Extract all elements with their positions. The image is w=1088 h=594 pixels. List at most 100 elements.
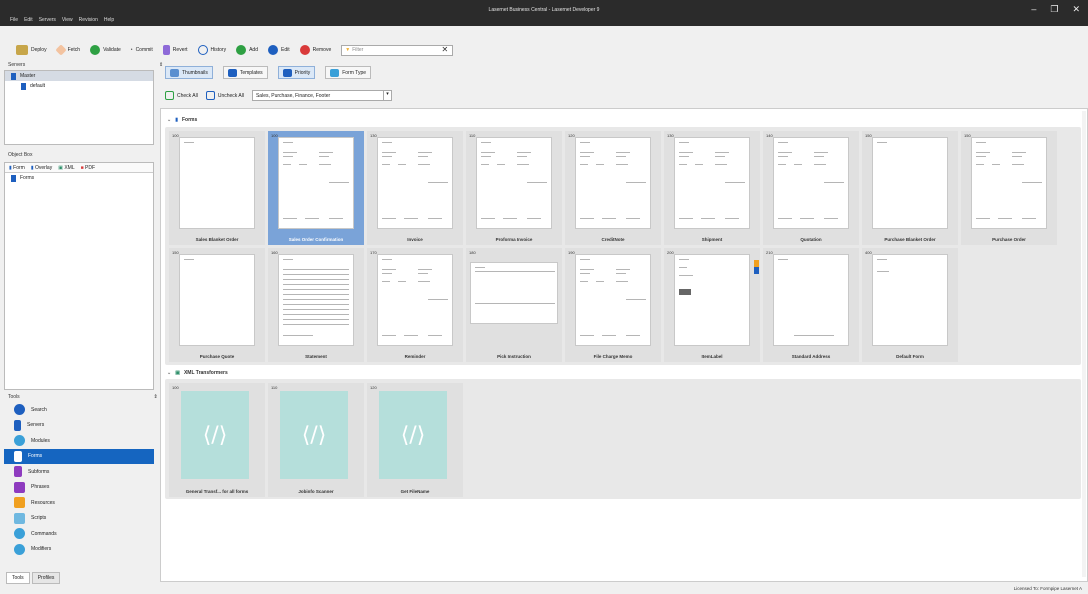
xml-name: Jobinfo Scanner [298,489,334,494]
menu-help[interactable]: Help [104,17,114,23]
thumbnail-line [517,164,529,165]
thumbnail-line [877,142,887,143]
thumbnail-line [283,274,349,275]
menu-servers[interactable]: Servers [39,17,56,23]
menu-edit[interactable]: Edit [24,17,33,23]
object-box-panel: ▮ Form ▮ Overlay ▣ XML ■ PDF Forms [4,162,154,390]
templates-button[interactable]: Templates [222,66,268,79]
modules-icon [14,435,25,447]
close-button[interactable]: ✕ [1072,4,1080,15]
deploy-button[interactable]: Deploy [16,45,47,55]
form-name: Standard Address [791,354,831,359]
xml-group-header[interactable]: ⌄ ▣ XML Transformers [167,370,228,376]
uncheck-all-button[interactable]: Uncheck All [205,91,244,100]
form-card-purchase-quote[interactable]: 150 Purchase Quote [169,248,265,362]
check-all-button[interactable]: Check All [165,91,198,100]
tool-commands[interactable]: Commands [4,526,154,542]
form-card-pick-instruction[interactable]: 180 Pick Instruction [466,248,562,362]
thumbnail-line [602,335,616,336]
xml-card-jobinfo-scanner[interactable]: 110 ⟨/⟩ Jobinfo Scanner [268,383,364,497]
tab-pdf[interactable]: ■ PDF [81,165,95,171]
filter-input[interactable]: ▼ Filter ✕ [341,44,454,56]
menu-file[interactable]: File [10,17,18,23]
tool-phrases[interactable]: Phrases [4,480,154,496]
form-type-button[interactable]: Form Type [325,66,372,79]
thumbnail-line [976,152,990,153]
thumbnail-line [992,164,1000,165]
menu-view[interactable]: View [62,17,73,23]
form-card-reminder[interactable]: 170 Reminder [367,248,463,362]
form-priority: 160 [271,250,278,255]
form-card-itemlabel[interactable]: 200 ItemLabel [664,248,760,362]
maximize-button[interactable]: ❐ [1050,4,1058,15]
edit-button[interactable]: Edit [268,45,290,55]
form-card-statement[interactable]: 160 Statement [268,248,364,362]
thumbnail-line [382,152,396,153]
thumbnail-line [580,281,588,282]
thumbnail-line [616,281,628,282]
tool-modules[interactable]: Modules [4,433,154,449]
tool-search[interactable]: Search [4,402,154,418]
pin-icon[interactable]: ⇕ [153,394,157,400]
tool-modifiers[interactable]: Modifiers [4,542,154,558]
remove-button[interactable]: Remove [299,45,331,55]
tool-servers[interactable]: Servers [4,418,154,434]
history-button[interactable]: History [197,45,226,55]
add-button[interactable]: Add [236,45,258,55]
tree-item-forms[interactable]: Forms [5,173,153,183]
thumbnail-line [616,156,626,157]
form-card-shipment[interactable]: 130 Shipment [664,131,760,245]
tool-resources[interactable]: Resources [4,495,154,511]
tab-profiles[interactable]: Profiles [31,572,61,584]
xml-name: Get FileName [400,489,430,494]
thumbnail-line [283,284,349,285]
tab-tools[interactable]: Tools [6,572,30,584]
forms-group-header[interactable]: ⌄ ▮ Forms [167,117,197,123]
form-card-sales-order-confirmation[interactable]: 100 Sales Order Confirmation [268,131,364,245]
validate-button[interactable]: Validate [90,45,121,55]
form-name: Shipment [701,237,723,242]
pin-icon[interactable]: ⇕ [159,62,163,68]
thumbnail-line [794,335,834,336]
thumbnail-line [329,182,349,183]
form-card-sales-blanket-order[interactable]: 100 Sales Blanket Order [169,131,265,245]
tab-overlay[interactable]: ▮ Overlay [31,165,52,171]
form-card-default-form[interactable]: 400 Default Form [862,248,958,362]
collapse-icon: ⌄ [167,117,172,123]
minimize-button[interactable]: – [1031,4,1036,15]
tree-item-master[interactable]: Master [5,71,153,81]
fetch-button[interactable]: Fetch [54,44,80,56]
tab-form[interactable]: ▮ Form [9,165,25,171]
form-card-file-charge-memo[interactable]: 190 File Charge Memo [565,248,661,362]
priority-button[interactable]: Priority [277,66,316,79]
commit-button[interactable]: • Commit [131,47,153,53]
thumbnail-line [824,218,838,219]
form-card-creditnote[interactable]: 120 CreditNote [565,131,661,245]
tab-xml[interactable]: ▣ XML [58,165,74,171]
form-card-standard-address[interactable]: 210 Standard Address [763,248,859,362]
xml-card-general-transf-for-all-forms[interactable]: 100 ⟨/⟩ General Transf... for all forms [169,383,265,497]
tool-forms[interactable]: Forms [4,448,154,464]
left-pane: Servers ⇕ Master default Object Box ⇕ ▮ … [0,60,170,584]
form-card-proforma-invoice[interactable]: 110 Proforma Invoice [466,131,562,245]
tree-item-default[interactable]: default [5,81,153,91]
form-card-quotation[interactable]: 140 Quotation [763,131,859,245]
form-card-purchase-order[interactable]: 150 Purchase Order [961,131,1057,245]
form-thumbnail [674,254,750,346]
form-card-invoice[interactable]: 130 Invoice [367,131,463,245]
clear-filter-icon[interactable]: ✕ [442,45,449,54]
form-type-select[interactable]: Sales, Purchase, Finance, Footer ▾ [251,90,392,101]
vertical-scrollbar[interactable] [1082,111,1086,577]
tool-subforms[interactable]: Subforms [4,464,154,480]
form-card-purchase-blanket-order[interactable]: 150 Purchase Blanket Order [862,131,958,245]
xml-card-get-filename[interactable]: 120 ⟨/⟩ Get FileName [367,383,463,497]
menu-revision[interactable]: Revision [79,17,98,23]
thumbnails-button[interactable]: Thumbnails [165,66,213,79]
thumbnail-line [679,152,693,153]
tool-scripts[interactable]: Scripts [4,511,154,527]
thumbnail-line [283,156,293,157]
revert-button[interactable]: Revert [162,45,188,55]
revert-icon [162,45,170,55]
thumbnail-line [976,218,990,219]
form-priority: 190 [568,250,575,255]
